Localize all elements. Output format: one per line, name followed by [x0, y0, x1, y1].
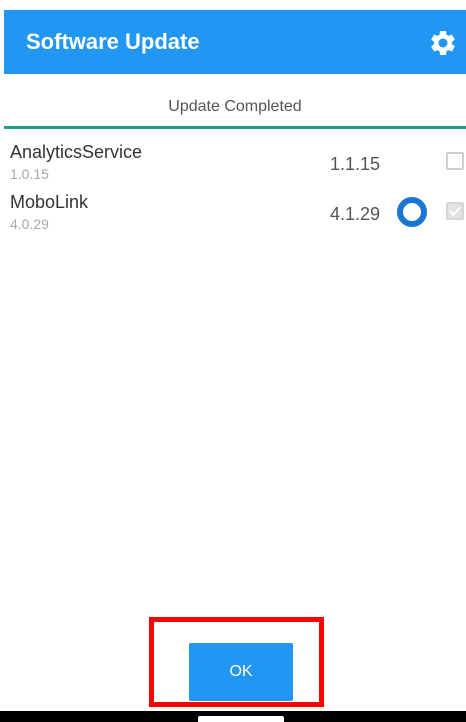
- home-handle[interactable]: [198, 716, 284, 722]
- installed-version: 4.0.29: [10, 216, 49, 232]
- latest-version: 1.1.15: [330, 154, 381, 174]
- app-bar: Software Update: [4, 10, 466, 74]
- installed-version: 1.0.15: [10, 166, 49, 182]
- check-icon: [449, 206, 461, 216]
- app-title: Software Update: [26, 29, 200, 54]
- navigation-bar: [0, 711, 466, 722]
- package-name: MoboLink: [10, 192, 89, 212]
- package-checkbox[interactable]: [446, 202, 464, 220]
- status-divider: [4, 126, 466, 129]
- package-name: AnalyticsService: [10, 142, 143, 162]
- update-status-header: Update Completed: [4, 90, 466, 124]
- ok-button[interactable]: OK: [189, 643, 293, 701]
- gear-icon[interactable]: [428, 28, 458, 58]
- software-update-screen: Software Update Update Completed Analyti…: [0, 0, 466, 722]
- progress-ring-icon: [397, 197, 427, 227]
- list-item-analyticsservice: AnalyticsService 1.0.15 1.1.15: [0, 140, 466, 190]
- latest-version: 4.1.29: [330, 204, 381, 224]
- package-checkbox[interactable]: [446, 152, 464, 170]
- update-status-text: Update Completed: [168, 98, 302, 115]
